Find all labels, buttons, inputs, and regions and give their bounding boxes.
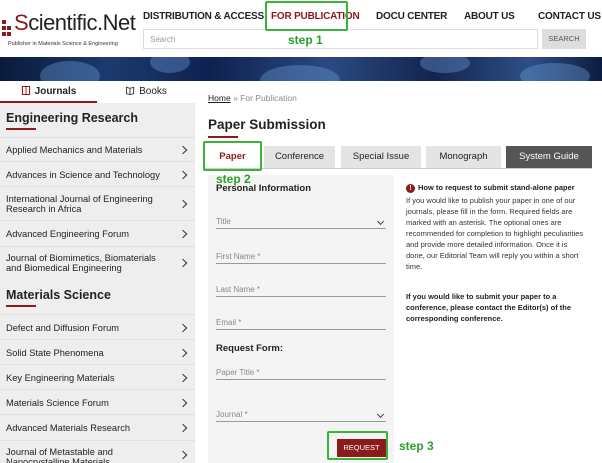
- section-heading-engineering-research: Engineering Research: [6, 111, 138, 125]
- breadcrumb: Home » For Publication: [208, 93, 297, 103]
- journal-item-label: Advances in Science and Technology: [6, 170, 160, 180]
- chevron-right-icon: [178, 323, 188, 333]
- breadcrumb-separator: »: [233, 93, 238, 103]
- journal-item-label: Defect and Diffusion Forum: [6, 323, 119, 333]
- nav-docu-center[interactable]: DOCU CENTER: [376, 11, 447, 22]
- last-name-placeholder: Last Name *: [216, 285, 261, 294]
- journal-item-label: Advanced Materials Research: [6, 423, 131, 433]
- search-input[interactable]: Search: [143, 29, 538, 49]
- title-select[interactable]: Title: [216, 215, 386, 229]
- request-form-heading: Request Form:: [216, 343, 284, 354]
- journal-select[interactable]: Journal *: [216, 408, 386, 422]
- info-title: How to request to submit stand-alone pap…: [418, 183, 575, 192]
- journal-item[interactable]: Applied Mechanics and Materials: [0, 137, 195, 161]
- chevron-right-icon: [178, 423, 188, 433]
- sidebar-tabs: Journals Books: [0, 81, 195, 103]
- breadcrumb-current: For Publication: [240, 93, 297, 103]
- info-icon: !: [406, 184, 415, 193]
- tab-special-issue[interactable]: Special Issue: [341, 146, 421, 168]
- info-body: If you would like to publish your paper …: [406, 196, 584, 271]
- section-heading-materials-science: Materials Science: [6, 288, 111, 302]
- email-input[interactable]: Email *: [216, 316, 386, 330]
- last-name-input[interactable]: Last Name *: [216, 283, 386, 297]
- step3-highlight-box: [327, 431, 388, 460]
- chevron-right-icon: [178, 450, 188, 460]
- chevron-down-icon: [376, 410, 385, 419]
- chevron-right-icon: [178, 145, 188, 155]
- nav-about-us[interactable]: ABOUT US: [464, 11, 515, 22]
- first-name-placeholder: First Name *: [216, 252, 261, 261]
- journal-item-label: Key Engineering Materials: [6, 373, 115, 383]
- step1-highlight-box: [265, 1, 348, 31]
- journal-item-label: Materials Science Forum: [6, 398, 109, 408]
- paper-title-input[interactable]: Paper Title *: [216, 366, 386, 380]
- chevron-right-icon: [178, 373, 188, 383]
- section-underline: [6, 128, 36, 130]
- email-placeholder: Email *: [216, 318, 242, 327]
- journal-item[interactable]: Journal of Metastable and Nanocrystallin…: [0, 440, 195, 463]
- search-button[interactable]: SEARCH: [542, 29, 586, 49]
- chevron-right-icon: [178, 229, 188, 239]
- journal-item[interactable]: Defect and Diffusion Forum: [0, 314, 195, 339]
- logo-tagline: Publisher in Materials Science & Enginee…: [8, 41, 118, 47]
- journal-item[interactable]: Advanced Engineering Forum: [0, 220, 195, 246]
- step3-label: step 3: [399, 439, 434, 453]
- journal-item-label: Applied Mechanics and Materials: [6, 145, 143, 155]
- journal-item-label: Journal of Metastable and Nanocrystallin…: [6, 447, 113, 463]
- journal-item-label: Journal of Biomimetics, Biomaterials and…: [6, 253, 156, 273]
- tab-books-label: Books: [139, 86, 167, 97]
- header-banner-image: [0, 57, 602, 81]
- title-underline: [208, 136, 238, 138]
- journal-item[interactable]: Key Engineering Materials: [0, 364, 195, 389]
- journal-item[interactable]: Advanced Materials Research: [0, 414, 195, 440]
- chevron-right-icon: [178, 199, 188, 209]
- journal-item-label: Solid State Phenomena: [6, 348, 104, 358]
- step1-label: step 1: [288, 33, 323, 47]
- chevron-right-icon: [178, 348, 188, 358]
- chevron-right-icon: [178, 258, 188, 268]
- tab-books[interactable]: Books: [97, 81, 195, 103]
- journals-sidebar: Journals Books Engineering Research Appl…: [0, 81, 195, 463]
- scientific-net-logo[interactable]: Scientific.Net Publisher in Materials Sc…: [2, 10, 136, 50]
- journal-item[interactable]: Materials Science Forum: [0, 389, 195, 414]
- journal-select-label: Journal *: [216, 410, 248, 419]
- chevron-down-icon: [376, 217, 385, 226]
- chevron-right-icon: [178, 398, 188, 408]
- page-title: Paper Submission: [208, 117, 326, 132]
- chevron-right-icon: [178, 170, 188, 180]
- step2-highlight-box: [203, 141, 262, 171]
- tabs-divider: [205, 168, 592, 169]
- breadcrumb-home-link[interactable]: Home: [208, 93, 231, 103]
- tab-monograph[interactable]: Monograph: [426, 146, 501, 168]
- title-select-label: Title: [216, 217, 231, 226]
- paper-title-placeholder: Paper Title *: [216, 368, 260, 377]
- section-underline: [6, 305, 36, 307]
- bookmark-icon: [21, 86, 30, 95]
- first-name-input[interactable]: First Name *: [216, 250, 386, 264]
- tab-journals-label: Journals: [34, 86, 77, 97]
- tab-system-guide[interactable]: System Guide: [506, 146, 592, 168]
- journal-item-label: International Journal of Engineering Res…: [6, 194, 153, 214]
- journal-item[interactable]: Advances in Science and Technology: [0, 161, 195, 186]
- tab-journals[interactable]: Journals: [0, 81, 97, 103]
- journal-item[interactable]: Solid State Phenomena: [0, 339, 195, 364]
- journal-item[interactable]: International Journal of Engineering Res…: [0, 186, 195, 220]
- journal-item-label: Advanced Engineering Forum: [6, 229, 129, 239]
- book-icon: [126, 86, 135, 95]
- conference-note: If you would like to submit your paper t…: [406, 292, 572, 323]
- tab-conference[interactable]: Conference: [264, 146, 335, 168]
- nav-contact-us[interactable]: CONTACT US: [538, 11, 601, 22]
- nav-distribution-access[interactable]: DISTRIBUTION & ACCESS: [143, 11, 264, 22]
- logo-wordmark: Scientific.Net: [14, 10, 136, 35]
- journal-item[interactable]: Journal of Biomimetics, Biomaterials and…: [0, 246, 195, 278]
- step2-label: step 2: [216, 172, 251, 186]
